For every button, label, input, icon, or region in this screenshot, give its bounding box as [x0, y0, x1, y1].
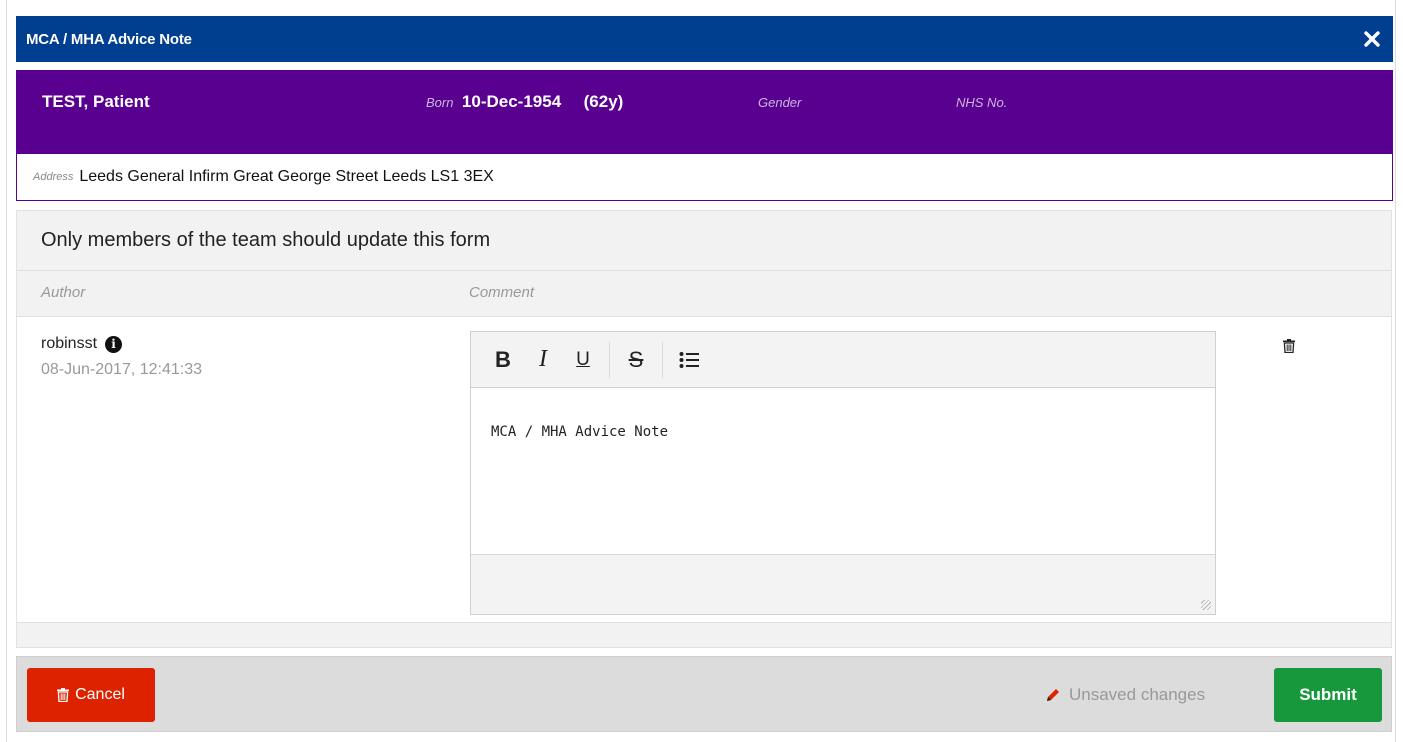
cancel-label: Cancel [75, 686, 125, 703]
nhs-label: NHS No. [956, 95, 1008, 110]
unsaved-status: Unsaved changes [1045, 685, 1205, 705]
resize-handle[interactable] [1201, 600, 1211, 610]
author-name: robinsst [41, 335, 98, 352]
editor-toolbar: B I U S [471, 332, 1215, 388]
submit-button[interactable]: Submit [1274, 668, 1382, 722]
address-value: Leeds General Infirm Great George Street… [79, 168, 494, 185]
strikethrough-button[interactable]: S [616, 340, 656, 380]
patient-age: (62y) [583, 92, 624, 111]
comment-editor: B I U S MCA / MHA Advice Note [470, 331, 1216, 615]
trash-icon [57, 688, 70, 702]
comment-column-header: Comment [469, 284, 535, 301]
dialog-footer: Cancel Unsaved changes Submit [16, 656, 1392, 732]
bullet-list-icon[interactable] [669, 340, 709, 380]
born-label: Born [426, 95, 454, 110]
patient-born: Born 10-Dec-1954 (62y) [426, 92, 623, 112]
form-heading: Only members of the team should update t… [17, 211, 1391, 271]
comment-textarea[interactable]: MCA / MHA Advice Note [471, 388, 1215, 554]
dialog-title: MCA / MHA Advice Note [26, 30, 192, 48]
toolbar-divider [609, 341, 610, 378]
author-column-header: Author [41, 284, 86, 301]
entry-timestamp: 08-Jun-2017, 12:41:33 [41, 361, 203, 378]
gender-label: Gender [758, 95, 802, 110]
patient-name: TEST, Patient [42, 92, 150, 111]
dialog-titlebar: MCA / MHA Advice Note [16, 16, 1393, 62]
toolbar-divider [662, 341, 663, 378]
editor-footer [471, 554, 1215, 614]
close-icon[interactable] [1361, 28, 1383, 50]
bold-button[interactable]: B [483, 340, 523, 380]
born-value: 10-Dec-1954 [461, 92, 562, 111]
form-panel: Only members of the team should update t… [16, 210, 1392, 648]
underline-button[interactable]: U [563, 340, 603, 380]
delete-icon[interactable] [1283, 339, 1295, 358]
unsaved-label: Unsaved changes [1069, 685, 1206, 704]
column-headers: Author Comment [17, 271, 1391, 317]
info-icon[interactable]: i [105, 335, 123, 353]
address-bar: Address Leeds General Infirm Great Georg… [16, 154, 1393, 201]
patient-banner: TEST, Patient Born 10-Dec-1954 (62y) Gen… [16, 70, 1393, 154]
entry-author: robinsst i [41, 335, 123, 353]
cancel-button[interactable]: Cancel [27, 668, 155, 722]
comment-entry-row: robinsst i 08-Jun-2017, 12:41:33 B I U S [17, 317, 1391, 623]
address-label: Address [33, 171, 74, 183]
italic-button[interactable]: I [523, 340, 563, 380]
pencil-icon [1045, 687, 1061, 703]
